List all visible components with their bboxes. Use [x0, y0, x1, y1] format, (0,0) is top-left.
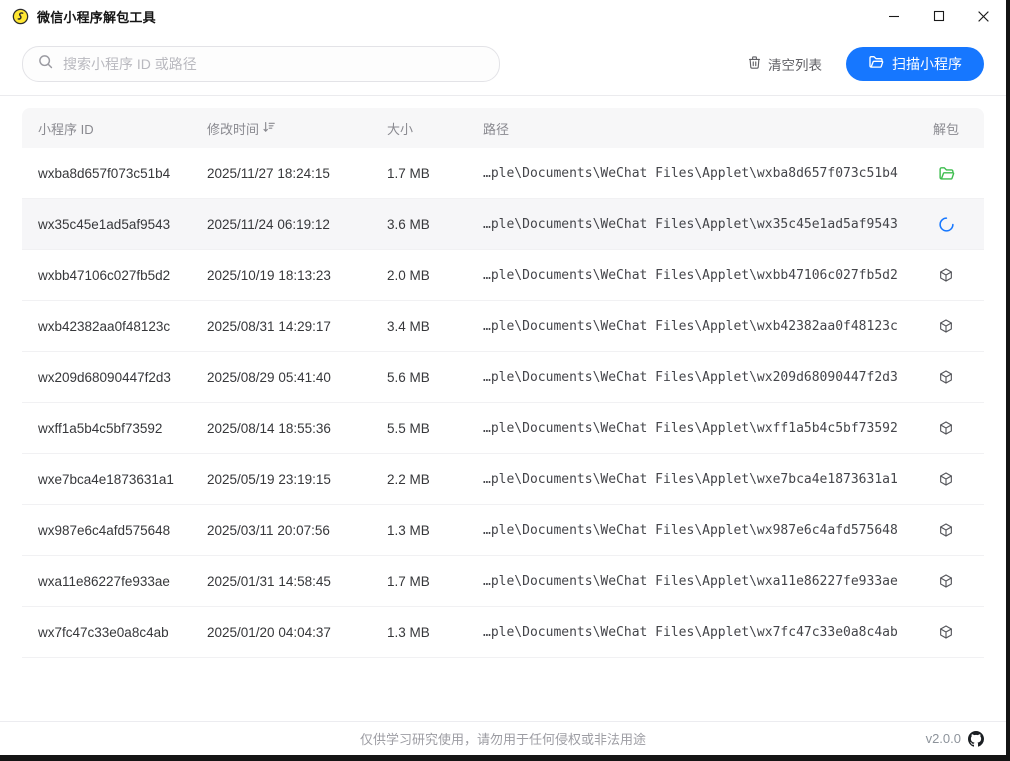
modified-time: 2025/05/19 23:19:15: [207, 472, 387, 487]
file-path: …ple\Documents\WeChat Files\Applet\wxa11…: [483, 574, 924, 589]
close-button[interactable]: [961, 0, 1006, 32]
scan-button-label: 扫描小程序: [892, 54, 962, 74]
maximize-button[interactable]: [916, 0, 961, 32]
modified-time: 2025/01/20 04:04:37: [207, 625, 387, 640]
miniprogram-table: 小程序 ID 修改时间 大小 路径 解包 wxba8d657f073c51b: [0, 96, 1006, 721]
modified-time: 2025/11/24 06:19:12: [207, 217, 387, 232]
unpack-package-icon[interactable]: [936, 418, 956, 438]
disclaimer-text: 仅供学习研究使用，请勿用于任何侵权或非法用途: [360, 729, 646, 748]
table-row[interactable]: wx35c45e1ad5af9543 2025/11/24 06:19:12 3…: [22, 199, 984, 250]
footer: 仅供学习研究使用，请勿用于任何侵权或非法用途 v2.0.0: [0, 721, 1006, 755]
app-window: 微信小程序解包工具: [0, 0, 1006, 755]
miniprogram-id: wxe7bca4e1873631a1: [38, 472, 207, 487]
file-size: 1.7 MB: [387, 574, 483, 589]
screen-edge-right: [1006, 0, 1010, 761]
unpack-package-icon[interactable]: [936, 469, 956, 489]
table-row[interactable]: wxff1a5b4c5bf73592 2025/08/14 18:55:36 5…: [22, 403, 984, 454]
file-path: …ple\Documents\WeChat Files\Applet\wxba8…: [483, 166, 924, 181]
modified-time: 2025/11/27 18:24:15: [207, 166, 387, 181]
file-size: 1.3 MB: [387, 523, 483, 538]
file-path: …ple\Documents\WeChat Files\Applet\wxb42…: [483, 319, 924, 334]
file-size: 2.2 MB: [387, 472, 483, 487]
table-header: 小程序 ID 修改时间 大小 路径 解包: [22, 108, 984, 148]
clear-list-label: 清空列表: [768, 54, 822, 74]
table-row[interactable]: wx209d68090447f2d3 2025/08/29 05:41:40 5…: [22, 352, 984, 403]
header-size: 大小: [387, 119, 483, 138]
file-size: 2.0 MB: [387, 268, 483, 283]
file-path: …ple\Documents\WeChat Files\Applet\wxbb4…: [483, 268, 924, 283]
app-logo-icon: [12, 8, 29, 25]
minimize-button[interactable]: [871, 0, 916, 32]
unpack-package-icon[interactable]: [936, 571, 956, 591]
header-mtime-sortable[interactable]: 修改时间: [207, 119, 387, 138]
modified-time: 2025/08/14 18:55:36: [207, 421, 387, 436]
trash-icon: [747, 55, 762, 73]
miniprogram-id: wxba8d657f073c51b4: [38, 166, 207, 181]
toolbar: 清空列表 扫描小程序: [0, 32, 1006, 96]
unpack-package-icon[interactable]: [936, 316, 956, 336]
file-size: 5.6 MB: [387, 370, 483, 385]
modified-time: 2025/08/29 05:41:40: [207, 370, 387, 385]
miniprogram-id: wxbb47106c027fb5d2: [38, 268, 207, 283]
search-input[interactable]: [63, 56, 485, 72]
header-path: 路径: [483, 119, 924, 138]
miniprogram-id: wx35c45e1ad5af9543: [38, 217, 207, 232]
loading-spinner-icon: [936, 214, 956, 234]
screen-edge-bottom: [0, 755, 1010, 761]
miniprogram-id: wxb42382aa0f48123c: [38, 319, 207, 334]
file-size: 5.5 MB: [387, 421, 483, 436]
unpack-package-icon[interactable]: [936, 367, 956, 387]
window-controls: [871, 0, 1006, 32]
file-size: 3.4 MB: [387, 319, 483, 334]
file-size: 3.6 MB: [387, 217, 483, 232]
table-row[interactable]: wxba8d657f073c51b4 2025/11/27 18:24:15 1…: [22, 148, 984, 199]
table-row[interactable]: wx7fc47c33e0a8c4ab 2025/01/20 04:04:37 1…: [22, 607, 984, 658]
miniprogram-id: wxff1a5b4c5bf73592: [38, 421, 207, 436]
file-path: …ple\Documents\WeChat Files\Applet\wx209…: [483, 370, 924, 385]
window-title: 微信小程序解包工具: [37, 7, 156, 26]
file-path: …ple\Documents\WeChat Files\Applet\wxe7b…: [483, 472, 924, 487]
scan-button[interactable]: 扫描小程序: [846, 47, 984, 81]
file-size: 1.7 MB: [387, 166, 483, 181]
table-row[interactable]: wx987e6c4afd575648 2025/03/11 20:07:56 1…: [22, 505, 984, 556]
file-size: 1.3 MB: [387, 625, 483, 640]
table-row[interactable]: wxa11e86227fe933ae 2025/01/31 14:58:45 1…: [22, 556, 984, 607]
titlebar: 微信小程序解包工具: [0, 0, 1006, 32]
unpack-package-icon[interactable]: [936, 265, 956, 285]
file-path: …ple\Documents\WeChat Files\Applet\wx35c…: [483, 217, 924, 232]
search-box[interactable]: [22, 46, 500, 82]
miniprogram-id: wx209d68090447f2d3: [38, 370, 207, 385]
table-row[interactable]: wxe7bca4e1873631a1 2025/05/19 23:19:15 2…: [22, 454, 984, 505]
file-path: …ple\Documents\WeChat Files\Applet\wx987…: [483, 523, 924, 538]
sort-descending-icon: [262, 120, 276, 137]
file-path: …ple\Documents\WeChat Files\Applet\wxff1…: [483, 421, 924, 436]
github-icon[interactable]: [968, 731, 984, 747]
table-row[interactable]: wxb42382aa0f48123c 2025/08/31 14:29:17 3…: [22, 301, 984, 352]
table-row[interactable]: wxbb47106c027fb5d2 2025/10/19 18:13:23 2…: [22, 250, 984, 301]
modified-time: 2025/03/11 20:07:56: [207, 523, 387, 538]
folder-open-icon: [868, 54, 884, 73]
file-path: …ple\Documents\WeChat Files\Applet\wx7fc…: [483, 625, 924, 640]
table-body: wxba8d657f073c51b4 2025/11/27 18:24:15 1…: [22, 148, 984, 658]
search-icon: [37, 53, 54, 75]
modified-time: 2025/10/19 18:13:23: [207, 268, 387, 283]
header-unpack: 解包: [924, 119, 968, 138]
unpack-package-icon[interactable]: [936, 622, 956, 642]
unpack-package-icon[interactable]: [936, 520, 956, 540]
modified-time: 2025/08/31 14:29:17: [207, 319, 387, 334]
header-id: 小程序 ID: [38, 119, 207, 138]
clear-list-button[interactable]: 清空列表: [747, 54, 822, 74]
open-folder-result-icon[interactable]: [936, 163, 956, 183]
miniprogram-id: wx987e6c4afd575648: [38, 523, 207, 538]
version-label: v2.0.0: [926, 731, 961, 746]
modified-time: 2025/01/31 14:58:45: [207, 574, 387, 589]
miniprogram-id: wx7fc47c33e0a8c4ab: [38, 625, 207, 640]
miniprogram-id: wxa11e86227fe933ae: [38, 574, 207, 589]
